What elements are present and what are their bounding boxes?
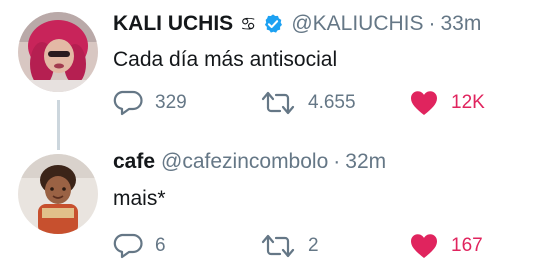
timestamp[interactable]: 33m [441,11,482,37]
tweet-actions: 6 2 167 [113,231,533,261]
retweet-icon [260,232,296,260]
reply-count: 6 [155,235,166,256]
like-count: 167 [451,235,483,256]
display-name[interactable]: cafe [113,149,155,175]
reply-button[interactable]: 6 [113,231,166,261]
like-button[interactable]: 12K [409,88,485,118]
like-count: 12K [451,92,485,113]
separator-dot: · [428,12,436,35]
timestamp[interactable]: 32m [345,149,386,175]
retweet-button[interactable]: 4.655 [260,88,356,118]
thread-connector-line [57,100,60,150]
tweet-text: mais* [113,187,166,210]
handle[interactable]: @KALIUCHIS [291,11,423,37]
avatar[interactable] [18,154,98,234]
retweet-button[interactable]: 2 [260,231,319,261]
reply-icon [113,232,143,260]
tweet-text: Cada día más antisocial [113,48,338,71]
heart-icon [409,89,439,117]
like-button[interactable]: 167 [409,231,483,261]
avatar[interactable] [18,12,98,92]
reply-count: 329 [155,92,187,113]
separator-dot: · [333,150,341,173]
heart-icon [409,232,439,260]
reply-button[interactable]: 329 [113,88,187,118]
cancer-sign-icon: ♋ [240,14,257,34]
reply-icon [113,89,143,117]
verified-badge-icon [262,13,284,35]
tweet-actions: 329 4.655 12K [113,88,533,118]
retweet-icon [260,89,296,117]
handle[interactable]: @cafezincombolo [161,149,328,175]
display-name[interactable]: KALI UCHIS [113,11,233,37]
retweet-count: 4.655 [308,92,356,113]
retweet-count: 2 [308,235,319,256]
